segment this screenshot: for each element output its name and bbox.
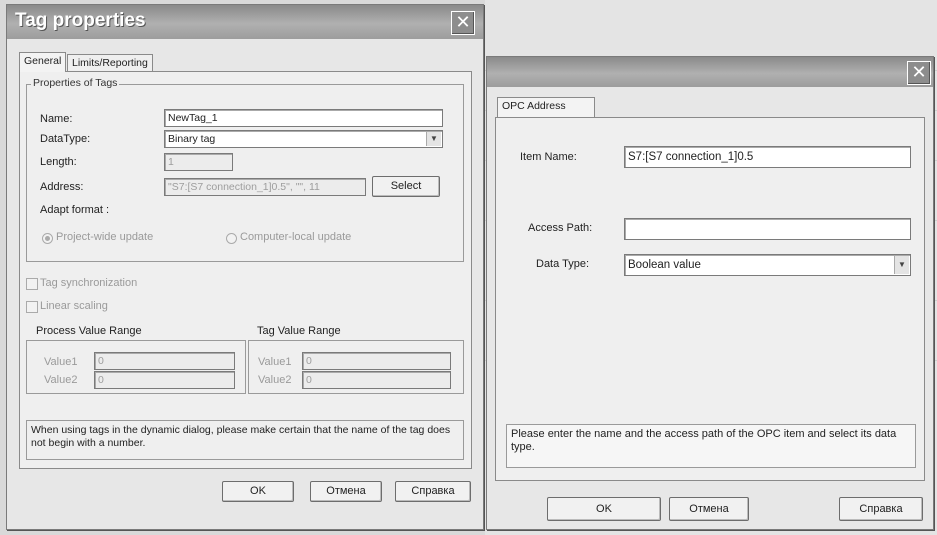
- select-button[interactable]: Select: [372, 176, 440, 197]
- tab-limits-reporting[interactable]: Limits/Reporting: [67, 54, 153, 72]
- chevron-down-icon[interactable]: ▼: [894, 256, 909, 274]
- name-field[interactable]: NewTag_1: [164, 109, 443, 127]
- datatype-value: Binary tag: [168, 133, 216, 145]
- data-type-select[interactable]: Boolean value ▼: [624, 254, 911, 276]
- pv-value2-field[interactable]: 0: [94, 371, 235, 389]
- properties-group-label: Properties of Tags: [31, 77, 120, 89]
- length-label: Length:: [40, 156, 77, 168]
- opc-hint-box: Please enter the name and the access pat…: [506, 424, 916, 468]
- data-type-label: Data Type:: [536, 258, 589, 270]
- tv-value1-label: Value1: [258, 356, 292, 368]
- tab-opc-address[interactable]: OPC Address: [497, 97, 595, 117]
- data-type-value: Boolean value: [628, 259, 701, 271]
- ok-button[interactable]: OK: [547, 497, 661, 521]
- pv-value1-label: Value1: [44, 356, 78, 368]
- hint-box: When using tags in the dynamic dialog, p…: [26, 420, 464, 460]
- pv-value2-label: Value2: [44, 374, 78, 386]
- adapt-format-label: Adapt format :: [40, 204, 110, 216]
- opc-tab-panel: Item Name: S7:[S7 connection_1]0.5 Acces…: [495, 117, 925, 481]
- tv-value1-field[interactable]: 0: [302, 352, 451, 370]
- opc-address-dialog: ✕ OPC Address Item Name: S7:[S7 connecti…: [486, 56, 934, 530]
- cancel-button[interactable]: Отмена: [310, 481, 382, 502]
- title-bar[interactable]: Tag properties ✕: [7, 5, 483, 39]
- tag-sync-label: Tag synchronization: [40, 277, 138, 289]
- cancel-button[interactable]: Отмена: [669, 497, 749, 521]
- linear-scaling-checkbox[interactable]: [26, 301, 38, 313]
- linear-scaling-label: Linear scaling: [40, 300, 108, 312]
- datatype-select[interactable]: Binary tag ▼: [164, 130, 443, 148]
- process-range-label: Process Value Range: [36, 325, 142, 337]
- item-name-field[interactable]: S7:[S7 connection_1]0.5: [624, 146, 911, 168]
- project-wide-label: Project-wide update: [56, 231, 154, 243]
- ok-button[interactable]: OK: [222, 481, 294, 502]
- length-field[interactable]: 1: [164, 153, 233, 171]
- datatype-label: DataType:: [40, 133, 91, 145]
- tv-value2-label: Value2: [258, 374, 292, 386]
- access-path-field[interactable]: [624, 218, 911, 240]
- close-button[interactable]: ✕: [451, 11, 475, 35]
- close-button[interactable]: ✕: [907, 61, 931, 85]
- help-button[interactable]: Справка: [839, 497, 923, 521]
- dialog-title: Tag properties: [15, 10, 146, 31]
- project-wide-radio[interactable]: [42, 233, 53, 244]
- computer-local-radio[interactable]: [226, 233, 237, 244]
- tab-general[interactable]: General: [19, 52, 67, 72]
- general-tab-panel: Properties of Tags Name: NewTag_1 DataTy…: [19, 71, 472, 469]
- opc-title-bar[interactable]: ✕: [487, 57, 933, 87]
- tv-value2-field[interactable]: 0: [302, 371, 451, 389]
- address-field[interactable]: "S7:[S7 connection_1]0.5", "", 11: [164, 178, 366, 196]
- computer-local-label: Computer-local update: [240, 231, 352, 243]
- pv-value1-field[interactable]: 0: [94, 352, 235, 370]
- tag-sync-checkbox[interactable]: [26, 278, 38, 290]
- help-button[interactable]: Справка: [395, 481, 471, 502]
- chevron-down-icon[interactable]: ▼: [426, 132, 441, 146]
- item-name-label: Item Name:: [520, 151, 577, 163]
- access-path-label: Access Path:: [528, 222, 593, 234]
- address-label: Address:: [40, 181, 84, 193]
- tag-range-label: Tag Value Range: [257, 325, 341, 337]
- name-label: Name:: [40, 113, 73, 125]
- tag-properties-dialog: Tag properties ✕ General Limits/Reportin…: [6, 4, 484, 530]
